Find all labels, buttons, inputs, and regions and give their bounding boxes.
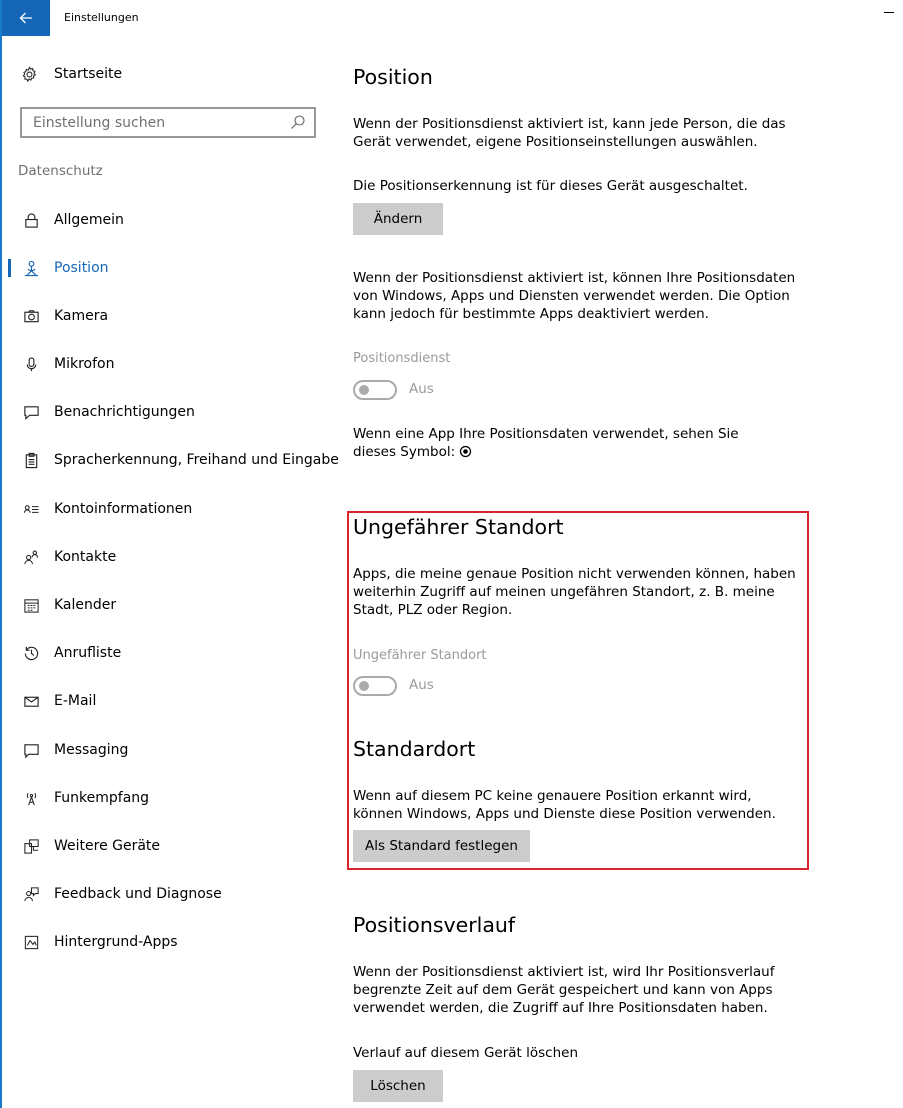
search-box[interactable] <box>20 107 316 138</box>
camera-icon <box>22 307 40 325</box>
toggle-knob <box>359 681 369 691</box>
arrow-left-icon <box>19 12 32 24</box>
sidebar-item-funkempfang[interactable]: Funkempfang <box>2 778 342 818</box>
sidebar-item-email[interactable]: E-Mail <box>2 681 342 721</box>
clear-history-label: Verlauf auf diesem Gerät löschen <box>353 1045 579 1061</box>
sidebar-item-label: Messaging <box>54 742 129 758</box>
position-history-title: Positionsverlauf <box>353 913 516 937</box>
sidebar-item-label: Allgemein <box>54 212 124 228</box>
calendar-icon <box>22 596 40 614</box>
position-status-text: Die Positionserkennung ist für dieses Ge… <box>353 178 748 194</box>
sidebar-item-kontoinformationen[interactable]: Kontoinformationen <box>2 489 342 529</box>
default-location-title: Standardort <box>353 737 476 761</box>
sidebar-item-allgemein[interactable]: Allgemein <box>2 200 342 240</box>
active-indicator <box>8 259 11 277</box>
sidebar-item-position[interactable]: Position <box>2 248 342 288</box>
toggle-knob <box>359 385 369 395</box>
sidebar-item-label: Kontakte <box>54 549 117 565</box>
sidebar-item-benachrichtigungen[interactable]: Benachrichtigungen <box>2 392 342 432</box>
sidebar-item-label: Spracherkennung, Freihand und Eingabe <box>54 452 339 468</box>
title-bar: Einstellungen <box>2 0 903 36</box>
change-button[interactable]: Ändern <box>353 203 443 235</box>
position-service-state: Aus <box>409 381 434 397</box>
approx-location-state: Aus <box>409 677 434 693</box>
sidebar-item-label: Position <box>54 260 109 276</box>
page-title: Position <box>353 65 433 89</box>
sidebar-item-label: Kalender <box>54 597 117 613</box>
feedback-icon <box>22 885 40 903</box>
position-history-text: Wenn der Positionsdienst aktiviert ist, … <box>353 964 775 1016</box>
sidebar-item-weitere-geraete[interactable]: Weitere Geräte <box>2 826 342 866</box>
background-apps-icon <box>22 933 40 951</box>
default-location-text: Wenn auf diesem PC keine genauere Positi… <box>353 788 776 822</box>
approx-location-text: Apps, die meine genaue Position nicht ve… <box>353 566 796 618</box>
clipboard-icon <box>22 451 40 469</box>
settings-window: Einstellungen Startseite Datenschutz All… <box>0 0 903 1108</box>
position-symbol-text: Wenn eine App Ihre Positionsdaten verwen… <box>353 425 783 461</box>
search-input[interactable] <box>22 109 282 136</box>
minimize-button[interactable] <box>875 0 903 36</box>
section-label-privacy: Datenschutz <box>18 163 103 179</box>
sidebar-home-label: Startseite <box>54 66 123 82</box>
sidebar-item-label: Anrufliste <box>54 645 122 661</box>
approx-location-title: Ungefährer Standort <box>353 515 564 539</box>
minimize-icon <box>884 12 894 13</box>
approx-location-toggle[interactable] <box>353 676 397 696</box>
gear-icon <box>20 65 38 83</box>
sidebar-item-feedback[interactable]: Feedback und Diagnose <box>2 874 342 914</box>
microphone-icon <box>22 355 40 373</box>
sidebar-item-mikrofon[interactable]: Mikrofon <box>2 344 342 384</box>
clear-history-button[interactable]: Löschen <box>353 1070 443 1102</box>
sidebar-item-kamera[interactable]: Kamera <box>2 296 342 336</box>
window-title: Einstellungen <box>64 11 139 24</box>
set-default-button[interactable]: Als Standard festlegen <box>353 830 530 862</box>
position-usage-text: Wenn der Positionsdienst aktiviert ist, … <box>353 270 796 322</box>
sidebar-item-hintergrund-apps[interactable]: Hintergrund-Apps <box>2 922 342 962</box>
location-in-use-icon <box>459 445 472 458</box>
sidebar-item-anrufliste[interactable]: Anrufliste <box>2 633 342 673</box>
sidebar-item-label: Weitere Geräte <box>54 838 161 854</box>
notification-icon <box>22 403 40 421</box>
account-info-icon <box>22 500 40 518</box>
call-history-icon <box>22 644 40 662</box>
sidebar-item-label: Kontoinformationen <box>54 501 193 517</box>
contacts-icon <box>22 548 40 566</box>
sidebar-item-label: Benachrichtigungen <box>54 404 195 420</box>
approx-location-label: Ungefährer Standort <box>353 648 487 663</box>
search-icon[interactable] <box>290 114 306 130</box>
sidebar-item-label: Funkempfang <box>54 790 150 806</box>
position-service-toggle[interactable] <box>353 380 397 400</box>
devices-icon <box>22 837 40 855</box>
position-service-label: Positionsdienst <box>353 351 451 366</box>
back-button[interactable] <box>2 0 50 36</box>
lock-icon <box>22 211 40 229</box>
sidebar-item-label: Feedback und Diagnose <box>54 886 222 902</box>
radio-antenna-icon <box>22 789 40 807</box>
sidebar-item-label: Hintergrund-Apps <box>54 934 178 950</box>
sidebar-item-label: Mikrofon <box>54 356 115 372</box>
position-symbol-text-label: Wenn eine App Ihre Positionsdaten verwen… <box>353 426 739 460</box>
sidebar-item-spracherkennung[interactable]: Spracherkennung, Freihand und Eingabe <box>2 440 342 480</box>
sidebar-item-messaging[interactable]: Messaging <box>2 730 342 770</box>
position-intro-text: Wenn der Positionsdienst aktiviert ist, … <box>353 116 786 150</box>
sidebar-home-link[interactable]: Startseite <box>20 62 122 86</box>
message-icon <box>22 741 40 759</box>
sidebar-item-label: Kamera <box>54 308 109 324</box>
sidebar-item-kalender[interactable]: Kalender <box>2 585 342 625</box>
sidebar-item-label: E-Mail <box>54 693 97 709</box>
sidebar-item-kontakte[interactable]: Kontakte <box>2 537 342 577</box>
location-person-icon <box>22 259 40 277</box>
mail-icon <box>22 692 40 710</box>
